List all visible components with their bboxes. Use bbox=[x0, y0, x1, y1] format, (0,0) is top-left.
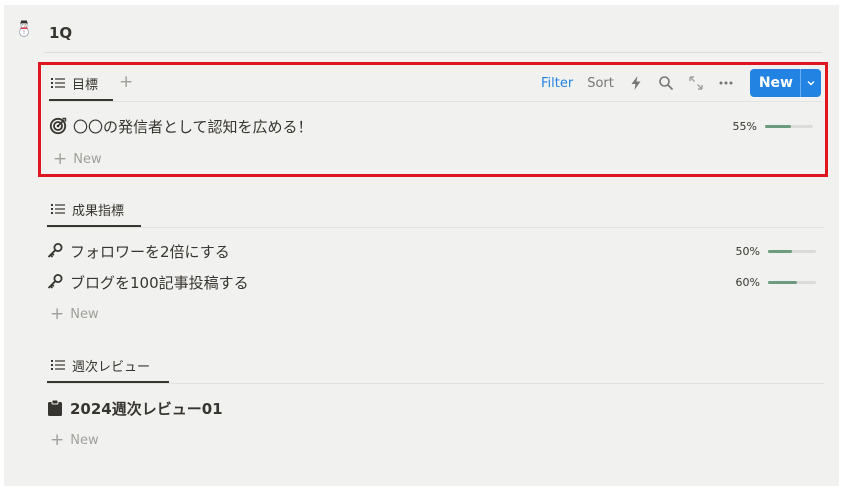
tab-label: 成果指標 bbox=[72, 203, 125, 219]
tab-key-results[interactable]: 成果指標 bbox=[49, 191, 126, 227]
list-item[interactable]: ブログを100記事投稿する 60% bbox=[46, 268, 816, 296]
tab-label: 週次レビュー bbox=[72, 359, 151, 375]
snowman-icon[interactable] bbox=[15, 20, 33, 38]
list-item[interactable]: 2024週次レビュー01 bbox=[46, 394, 816, 422]
new-row-label: New bbox=[70, 432, 99, 448]
tab-weekly-review[interactable]: 週次レビュー bbox=[49, 347, 152, 383]
view-toolbar: Filter Sort New bbox=[541, 69, 821, 97]
lightning-icon[interactable] bbox=[628, 75, 644, 91]
progress-fill bbox=[768, 249, 792, 253]
add-new-row[interactable]: + New bbox=[50, 429, 99, 451]
key-icon bbox=[47, 274, 63, 289]
tab-divider bbox=[47, 227, 824, 228]
tab-divider bbox=[49, 101, 821, 102]
clipboard-icon bbox=[48, 399, 62, 416]
progress-percent: 60% bbox=[735, 275, 760, 289]
progress: 60% bbox=[736, 268, 816, 296]
new-button-label[interactable]: New bbox=[750, 69, 800, 97]
tab-divider bbox=[47, 383, 824, 384]
more-icon[interactable] bbox=[718, 75, 734, 91]
plus-icon: + bbox=[50, 303, 65, 324]
plus-icon: + bbox=[50, 429, 65, 450]
list-icon bbox=[51, 78, 65, 88]
progress-fill bbox=[768, 280, 797, 284]
page-title[interactable]: 1Q bbox=[49, 24, 72, 42]
new-button[interactable]: New bbox=[749, 69, 821, 97]
progress-bar bbox=[768, 280, 816, 284]
tab-goals[interactable]: 目標 bbox=[49, 65, 100, 101]
item-name: 〇〇の発信者として認知を広める！ bbox=[73, 117, 313, 136]
tab-bar: 週次レビュー bbox=[38, 347, 828, 384]
progress-bar bbox=[765, 124, 813, 128]
item-name: ブログを100記事投稿する bbox=[70, 273, 249, 292]
target-icon bbox=[49, 117, 67, 135]
chevron-down-icon[interactable] bbox=[800, 69, 821, 97]
new-row-label: New bbox=[73, 151, 102, 167]
new-row-label: New bbox=[70, 306, 99, 322]
list-item[interactable]: 〇〇の発信者として認知を広める！ 55% bbox=[49, 112, 813, 140]
section-weekly-review: 週次レビュー 2024週次レビュー01 + New bbox=[38, 347, 828, 457]
sort-button[interactable]: Sort bbox=[587, 76, 614, 91]
key-icon bbox=[47, 243, 63, 258]
progress-bar bbox=[768, 249, 816, 253]
progress: 55% bbox=[733, 112, 813, 140]
title-divider bbox=[44, 52, 822, 53]
tab-label: 目標 bbox=[72, 77, 99, 93]
item-name: フォロワーを2倍にする bbox=[70, 242, 230, 261]
expand-icon[interactable] bbox=[688, 75, 704, 91]
add-view-icon[interactable]: + bbox=[119, 73, 133, 91]
tab-bar: 成果指標 bbox=[38, 191, 828, 228]
add-new-row[interactable]: + New bbox=[53, 148, 102, 170]
plus-icon: + bbox=[53, 148, 68, 169]
filter-button[interactable]: Filter bbox=[541, 76, 573, 91]
progress-percent: 55% bbox=[732, 119, 757, 133]
list-icon bbox=[51, 204, 65, 214]
list-icon bbox=[51, 360, 65, 370]
progress: 50% bbox=[736, 237, 816, 265]
progress-percent: 50% bbox=[735, 244, 760, 258]
item-name: 2024週次レビュー01 bbox=[70, 399, 223, 418]
section-key-results: 成果指標 フォロワーを2倍にする 50% ブログを100記事投稿する 60% +… bbox=[38, 191, 828, 331]
add-new-row[interactable]: + New bbox=[50, 303, 99, 325]
section-goals: 目標 + Filter Sort New 〇〇の発信者として認知を広める！ 55… bbox=[38, 62, 828, 177]
list-item[interactable]: フォロワーを2倍にする 50% bbox=[46, 237, 816, 265]
tab-bar: 目標 + Filter Sort New bbox=[41, 65, 825, 102]
search-icon[interactable] bbox=[658, 75, 674, 91]
progress-fill bbox=[765, 124, 792, 128]
